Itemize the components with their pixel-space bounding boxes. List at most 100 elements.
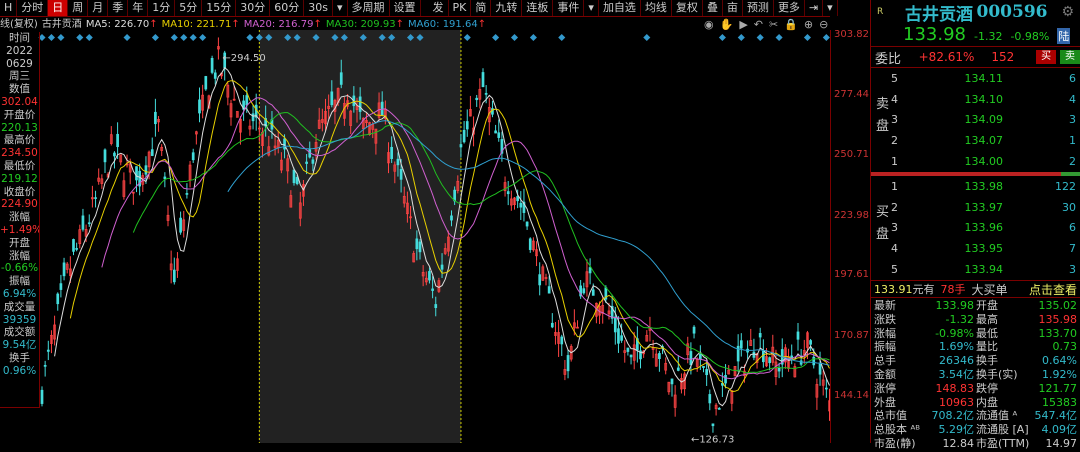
candle-body	[150, 149, 154, 156]
stat-v1: 3.54亿	[938, 367, 975, 381]
info-item: 0.96%	[2, 364, 37, 377]
period-tab[interactable]: 30s	[304, 0, 334, 16]
book-p: 134.07	[964, 134, 1004, 148]
candle-body	[339, 72, 343, 85]
stat-v1: -0.98%	[935, 326, 974, 340]
stat-v1: 708.2亿	[931, 409, 975, 423]
toolbar-button[interactable]: 事件	[553, 0, 585, 16]
buy-button[interactable]: 买	[1036, 50, 1057, 64]
candle-body	[566, 355, 570, 372]
period-tab[interactable]: 15分	[202, 0, 237, 16]
info-item: 周三	[9, 70, 30, 83]
candle-body	[658, 353, 661, 359]
candle-body	[591, 289, 595, 296]
stat-k1: 最新	[874, 299, 896, 312]
candle-body	[494, 130, 497, 134]
book-i: 1	[891, 179, 898, 193]
candle-body	[330, 91, 334, 106]
candle-body	[144, 165, 148, 175]
period-tab[interactable]: 1分	[148, 0, 176, 16]
period-tab[interactable]: 30分	[236, 0, 271, 16]
period-tab[interactable]: 周	[68, 0, 89, 16]
period-tab[interactable]: H	[0, 0, 18, 16]
stat-k1: 总手	[874, 354, 896, 368]
event-marker-icon	[180, 33, 188, 42]
stats-row: 涨跌 -1.32 最高 135.98	[874, 313, 1077, 327]
toolbar-button[interactable]: PK	[449, 0, 472, 16]
big-order-has: 元有	[912, 283, 935, 296]
candle-body	[116, 133, 119, 148]
toolbar-button[interactable]: 加自选	[599, 0, 641, 16]
period-tab[interactable]: 60分	[270, 0, 305, 16]
candle-body	[724, 375, 727, 384]
big-order-type: 大买单	[971, 282, 1008, 297]
period-tab[interactable]: 日	[48, 0, 69, 16]
event-marker-icon	[718, 33, 726, 42]
candle-body	[210, 57, 214, 73]
candle-body	[179, 217, 182, 233]
candle-body	[702, 366, 705, 368]
event-marker-icon	[510, 33, 519, 42]
big-order-bar[interactable]: 133.91 元有 78手 大买单 点击查看	[871, 280, 1080, 298]
info-item: 数值	[9, 83, 30, 96]
candle-body	[547, 286, 551, 294]
period-tab[interactable]: 分时	[17, 0, 49, 16]
period-tab[interactable]: 多周期	[348, 0, 390, 16]
toolbar-button[interactable]: 预测	[743, 0, 774, 16]
toolbar-button[interactable]: 发	[429, 0, 449, 16]
axis-label: 197.61	[834, 269, 869, 281]
toolbar-button[interactable]: 均线	[641, 0, 672, 16]
candle-body	[72, 239, 75, 252]
toolbar-button[interactable]: 亩	[723, 0, 743, 16]
info-item: 涨幅	[9, 211, 30, 224]
book-row: 3 134.09 3	[871, 110, 1080, 131]
info-item: 2022	[6, 44, 33, 57]
book-v: 2	[1069, 155, 1076, 169]
candle-body	[62, 262, 66, 277]
stats-row: 涨幅 -0.98% 最低 133.70	[874, 327, 1077, 341]
event-marker-icon	[76, 33, 84, 42]
candle-body	[380, 101, 384, 116]
stat-v2: 15383	[1042, 395, 1077, 409]
candle-body	[450, 215, 453, 221]
period-tab[interactable]: 5分	[175, 0, 203, 16]
sell-button[interactable]: 卖	[1060, 50, 1080, 64]
ma-arrow-icon: ↑	[231, 19, 240, 30]
toolbar-button[interactable]: 九转	[491, 0, 523, 16]
toolbar-button[interactable]: 复权	[672, 0, 703, 16]
candle-body	[708, 394, 712, 404]
toolbar-button[interactable]: 叠	[703, 0, 723, 16]
low-price-label: ←126.73	[691, 434, 734, 443]
toolbar-button[interactable]: 更多	[774, 0, 805, 16]
toolbar-button[interactable]: 连板	[522, 0, 554, 16]
book-v: 6	[1069, 221, 1076, 235]
period-tab[interactable]: 月	[88, 0, 109, 16]
kline-chart[interactable]: ←294.50 ←126.73	[0, 30, 830, 443]
gear-icon[interactable]: ⚙	[1061, 4, 1074, 20]
stat-k1: 涨停	[874, 381, 896, 395]
period-tab[interactable]: ▾	[333, 0, 348, 16]
candle-body	[75, 248, 79, 250]
period-tab[interactable]: 设置	[390, 0, 421, 16]
toolbar-button[interactable]: ▾	[823, 0, 838, 16]
candle-body	[689, 351, 693, 366]
adjust-label: 线(复权)	[0, 19, 38, 30]
toolbar-button[interactable]: ⇥	[805, 0, 824, 16]
book-i: 3	[891, 113, 898, 127]
period-tab[interactable]: 年	[128, 0, 149, 16]
stat-v1: 133.98	[935, 299, 975, 312]
period-tab[interactable]: 季	[108, 0, 129, 16]
candle-body	[629, 354, 633, 358]
book-v: 3	[1069, 263, 1076, 277]
toolbar-button[interactable]: 简	[471, 0, 492, 16]
candle-body	[311, 159, 315, 164]
axis-label: 144.14	[834, 390, 869, 401]
info-item: +1.49%	[0, 223, 39, 236]
stat-k2: 流通股 [A]	[976, 423, 1029, 437]
info-item: 最低价	[3, 159, 36, 172]
book-v: 6	[1069, 71, 1076, 85]
info-item: 成交量	[3, 300, 36, 313]
toolbar-button[interactable]: ▾	[584, 0, 599, 16]
big-order-link[interactable]: 点击查看	[1029, 281, 1077, 298]
info-item: 224.90	[1, 198, 38, 211]
